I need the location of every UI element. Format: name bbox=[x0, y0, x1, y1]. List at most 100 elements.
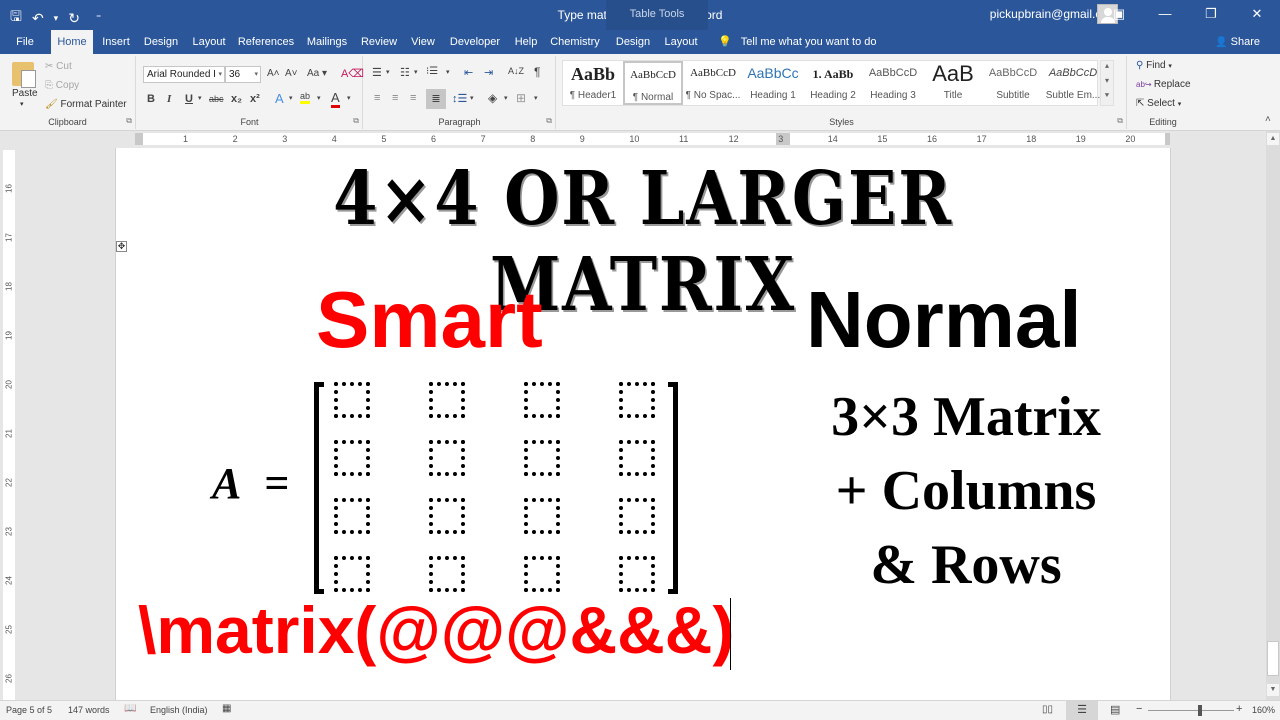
paste-dropdown-icon[interactable]: ▾ bbox=[20, 100, 24, 108]
borders-icon[interactable]: ⊞ bbox=[516, 91, 526, 105]
copy-button[interactable]: ⎘ Copy bbox=[45, 80, 79, 91]
clear-formatting-icon[interactable]: A⌫ bbox=[341, 67, 364, 80]
select-button[interactable]: ⇱ Select ▾ bbox=[1136, 98, 1181, 109]
restore-button[interactable]: ❐ bbox=[1188, 0, 1234, 30]
bullets-icon[interactable]: ☰ bbox=[372, 66, 382, 79]
tab-chemistry[interactable]: Chemistry bbox=[548, 30, 602, 54]
superscript-icon[interactable]: x² bbox=[250, 93, 260, 105]
style-normal[interactable]: AaBbCcD ¶ Normal bbox=[623, 61, 683, 105]
align-right-icon[interactable]: ≡ bbox=[410, 92, 416, 104]
matrix-placeholder[interactable] bbox=[619, 498, 655, 534]
borders-dropdown-icon[interactable]: ▾ bbox=[534, 94, 538, 102]
print-layout-icon[interactable]: ☰ bbox=[1066, 701, 1098, 720]
matrix-placeholder[interactable] bbox=[429, 498, 465, 534]
word-count[interactable]: 147 words bbox=[68, 705, 110, 715]
matrix-placeholder[interactable] bbox=[619, 440, 655, 476]
tab-insert[interactable]: Insert bbox=[98, 30, 134, 54]
text-effects-dropdown-icon[interactable]: ▾ bbox=[289, 94, 293, 102]
justify-icon[interactable]: ≣ bbox=[426, 89, 446, 109]
tab-home[interactable]: Home bbox=[51, 30, 93, 54]
tab-file[interactable]: File bbox=[8, 30, 42, 54]
shrink-font-icon[interactable]: A˅ bbox=[285, 68, 298, 79]
decrease-indent-icon[interactable]: ⇤ bbox=[464, 66, 473, 79]
font-size-select[interactable]: 36 ▾ bbox=[225, 66, 261, 83]
scroll-thumb[interactable] bbox=[1267, 641, 1279, 676]
matrix-placeholder[interactable] bbox=[334, 498, 370, 534]
tab-design[interactable]: Design bbox=[141, 30, 181, 54]
page-count[interactable]: Page 5 of 5 bbox=[6, 705, 52, 715]
vertical-ruler[interactable]: 16 17 18 19 20 21 22 23 24 25 26 bbox=[3, 150, 15, 700]
bullets-dropdown-icon[interactable]: ▾ bbox=[386, 68, 390, 76]
underline-dropdown-icon[interactable]: ▾ bbox=[198, 94, 202, 102]
matrix-placeholder[interactable] bbox=[524, 556, 560, 592]
multilevel-dropdown-icon[interactable]: ▾ bbox=[446, 68, 450, 76]
style-heading-3[interactable]: AaBbCcD Heading 3 bbox=[863, 61, 923, 105]
clipboard-launcher-icon[interactable]: ⧉ bbox=[126, 116, 132, 126]
tab-table-design[interactable]: Design bbox=[612, 30, 654, 54]
tab-layout[interactable]: Layout bbox=[188, 30, 230, 54]
collapse-ribbon-icon[interactable]: ˄ bbox=[1265, 114, 1271, 125]
document-page[interactable]: 4×4 OR LARGER MATRIX ✥ Smart Normal A = … bbox=[115, 148, 1171, 700]
shading-icon[interactable]: ◈ bbox=[488, 91, 497, 105]
style-subtitle[interactable]: AaBbCcD Subtitle bbox=[983, 61, 1043, 105]
tab-review[interactable]: Review bbox=[358, 30, 400, 54]
style-subtle-emphasis[interactable]: AaBbCcD Subtle Em... bbox=[1043, 61, 1103, 105]
subscript-icon[interactable]: x₂ bbox=[231, 93, 242, 105]
font-launcher-icon[interactable]: ⧉ bbox=[353, 116, 359, 126]
matrix-placeholder[interactable] bbox=[429, 440, 465, 476]
table-move-handle[interactable]: ✥ bbox=[116, 241, 127, 252]
style-no-spacing[interactable]: AaBbCcD ¶ No Spac... bbox=[683, 61, 743, 105]
vertical-scrollbar[interactable]: ▲ ▼ bbox=[1266, 131, 1280, 700]
styles-more-icon[interactable]: ⯆ bbox=[1101, 91, 1113, 105]
cut-button[interactable]: ✂ Cut bbox=[45, 61, 72, 72]
replace-button[interactable]: ab↪ Replace bbox=[1136, 79, 1191, 90]
styles-launcher-icon[interactable]: ⧉ bbox=[1117, 116, 1123, 126]
language-indicator[interactable]: English (India) bbox=[150, 705, 208, 715]
font-name-select[interactable]: Arial Rounded I ▾ bbox=[143, 66, 225, 83]
style-heading-2[interactable]: 1. AaBb Heading 2 bbox=[803, 61, 863, 105]
bold-icon[interactable]: B bbox=[147, 93, 155, 105]
close-button[interactable]: ✕ bbox=[1234, 0, 1280, 30]
macro-recording-icon[interactable]: ▦ bbox=[222, 703, 231, 714]
zoom-slider-thumb[interactable] bbox=[1198, 705, 1203, 716]
show-formatting-marks-icon[interactable]: ¶ bbox=[534, 65, 540, 79]
strikethrough-icon[interactable]: abc bbox=[209, 94, 224, 104]
align-left-icon[interactable]: ≡ bbox=[374, 92, 380, 104]
italic-icon[interactable]: I bbox=[167, 93, 171, 105]
tab-mailings[interactable]: Mailings bbox=[302, 30, 352, 54]
style-heading-1[interactable]: AaBbCc Heading 1 bbox=[743, 61, 803, 105]
find-button[interactable]: ⚲ Find ▾ bbox=[1136, 60, 1172, 71]
format-painter-button[interactable]: 🖌 Format Painter bbox=[45, 99, 127, 110]
zoom-in-button[interactable]: + bbox=[1236, 703, 1242, 715]
style-header1[interactable]: AaBb ¶ Header1 bbox=[563, 61, 623, 105]
numbering-icon[interactable]: ☷ bbox=[400, 66, 410, 79]
underline-icon[interactable]: U bbox=[185, 93, 193, 105]
line-spacing-dropdown-icon[interactable]: ▾ bbox=[470, 94, 474, 102]
text-effects-icon[interactable]: A bbox=[275, 91, 284, 106]
tab-developer[interactable]: Developer bbox=[446, 30, 504, 54]
matrix-placeholder[interactable] bbox=[524, 440, 560, 476]
matrix-placeholder[interactable] bbox=[619, 382, 655, 418]
tab-view[interactable]: View bbox=[407, 30, 439, 54]
matrix-placeholder[interactable] bbox=[429, 556, 465, 592]
style-title[interactable]: AaB Title bbox=[923, 61, 983, 105]
multilevel-list-icon[interactable]: ⁝☰ bbox=[426, 66, 438, 77]
scroll-up-icon[interactable]: ▲ bbox=[1267, 133, 1279, 145]
sort-icon[interactable]: A↓Z bbox=[508, 66, 524, 76]
ribbon-display-options-icon[interactable]: ▣ bbox=[1096, 0, 1142, 30]
numbering-dropdown-icon[interactable]: ▾ bbox=[414, 68, 418, 76]
change-case-icon[interactable]: Aa ▾ bbox=[307, 68, 327, 79]
horizontal-ruler[interactable]: 1 2 3 4 5 6 7 8 9 10 11 12 3 14 15 16 17 18 19 20 bbox=[135, 133, 1170, 145]
tab-references[interactable]: References bbox=[236, 30, 296, 54]
styles-scroll-up-icon[interactable]: ▴ bbox=[1101, 61, 1113, 76]
web-layout-icon[interactable]: ▤ bbox=[1110, 703, 1120, 716]
tab-help[interactable]: Help bbox=[510, 30, 542, 54]
paste-icon[interactable] bbox=[12, 62, 36, 88]
align-center-icon[interactable]: ≡ bbox=[392, 92, 398, 104]
matrix-placeholder[interactable] bbox=[524, 498, 560, 534]
matrix-placeholder[interactable] bbox=[429, 382, 465, 418]
matrix-placeholder[interactable] bbox=[334, 440, 370, 476]
share-button[interactable]: 👤 Share bbox=[1215, 30, 1260, 54]
shading-dropdown-icon[interactable]: ▾ bbox=[504, 94, 508, 102]
grow-font-icon[interactable]: A˄ bbox=[267, 68, 280, 79]
